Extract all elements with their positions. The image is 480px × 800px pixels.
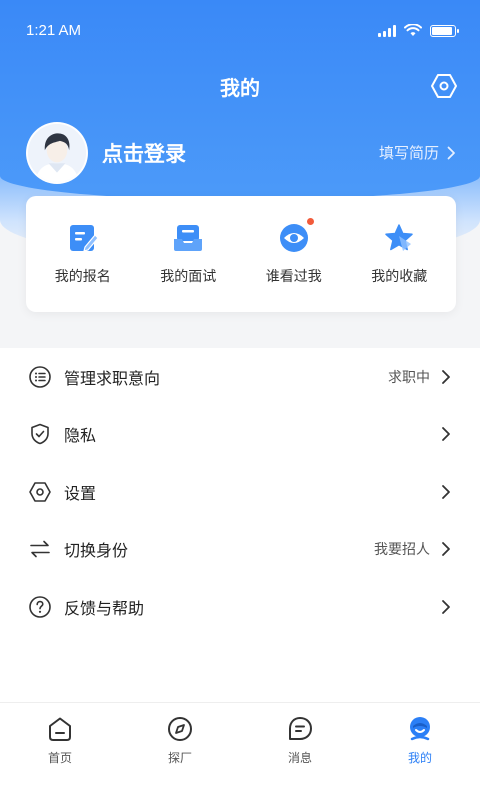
bottom-tab-bar: 首页 探厂 消息 我的 [0,702,480,800]
menu-item-value: 求职中 [388,369,430,386]
menu-item-label: 反馈与帮助 [64,598,145,618]
eye-icon-wrap [278,218,314,254]
settings-hexagon-icon [29,481,51,502]
swap-arrows-icon [30,540,50,558]
quick-action-label: 谁看过我 [265,269,322,285]
quick-action-label: 我的报名 [54,269,111,285]
menu-item-feedback-help[interactable]: 反馈与帮助 [0,578,480,636]
message-icon [289,717,312,740]
status-time: 1:21 AM [26,22,82,39]
quick-action-label: 我的收藏 [371,269,428,285]
tab-home[interactable]: 首页 [0,703,120,800]
quick-action-who-viewed-me[interactable]: 谁看过我 [244,218,344,286]
tab-explore-factory[interactable]: 探厂 [120,703,240,800]
tab-label: 首页 [47,751,72,765]
menu-item-job-intention[interactable]: 管理求职意向 求职中 [0,348,480,406]
menu-item-value: 我要招人 [374,542,430,559]
notification-dot [306,218,314,225]
compass-icon [168,717,192,741]
fill-resume-label: 填写简历 [378,144,439,162]
shield-check-icon [31,423,49,445]
chevron-right-icon [447,146,455,159]
status-bar: 1:21 AM [0,0,480,64]
menu-item-label: 切换身份 [64,541,129,561]
tab-messages[interactable]: 消息 [240,703,360,800]
tab-label: 探厂 [167,751,192,765]
quick-action-my-applications[interactable]: 我的报名 [33,222,133,286]
chevron-right-icon [442,427,450,442]
star-icon [385,224,413,251]
wifi-icon [404,24,422,36]
settings-hexagon-icon[interactable] [430,72,458,100]
quick-action-my-interviews[interactable]: 我的面试 [138,222,238,286]
home-icon [49,717,71,741]
chevron-right-icon [442,599,450,614]
eye-icon [279,224,308,252]
help-circle-icon [29,595,51,618]
inbox-icon [174,225,203,251]
quick-actions-card: 我的报名 我的面试 谁看过我 我的收藏 [26,196,456,312]
login-button[interactable]: 点击登录 [102,138,186,168]
menu-list: 管理求职意向 求职中 隐私 设置 切换身份 我要招人 反馈与帮助 [0,348,480,702]
chevron-right-icon [442,369,450,384]
chevron-right-icon [442,542,450,557]
tab-label: 我的 [407,751,432,765]
default-avatar-icon [28,124,86,182]
status-icons [378,24,459,37]
menu-item-label: 管理求职意向 [64,368,161,388]
list-circle-icon [29,365,51,388]
menu-item-settings[interactable]: 设置 [0,463,480,521]
menu-item-label: 隐私 [64,426,97,446]
edit-document-icon [69,225,99,252]
avatar[interactable] [26,122,88,184]
page-title: 我的 [220,76,260,100]
tab-label: 消息 [287,751,312,765]
fill-resume-link[interactable]: 填写简历 [379,142,456,163]
quick-action-label: 我的面试 [160,269,217,285]
signal-icon [378,24,396,37]
battery-icon [430,24,459,37]
menu-item-label: 设置 [64,483,97,503]
quick-action-my-favorites[interactable]: 我的收藏 [349,222,449,286]
profile-section: 点击登录 填写简历 [26,122,456,184]
menu-item-switch-identity[interactable]: 切换身份 我要招人 [0,521,480,579]
tab-mine[interactable]: 我的 [360,703,480,800]
user-face-icon [410,717,430,741]
chevron-right-icon [442,484,450,499]
menu-item-privacy[interactable]: 隐私 [0,406,480,464]
